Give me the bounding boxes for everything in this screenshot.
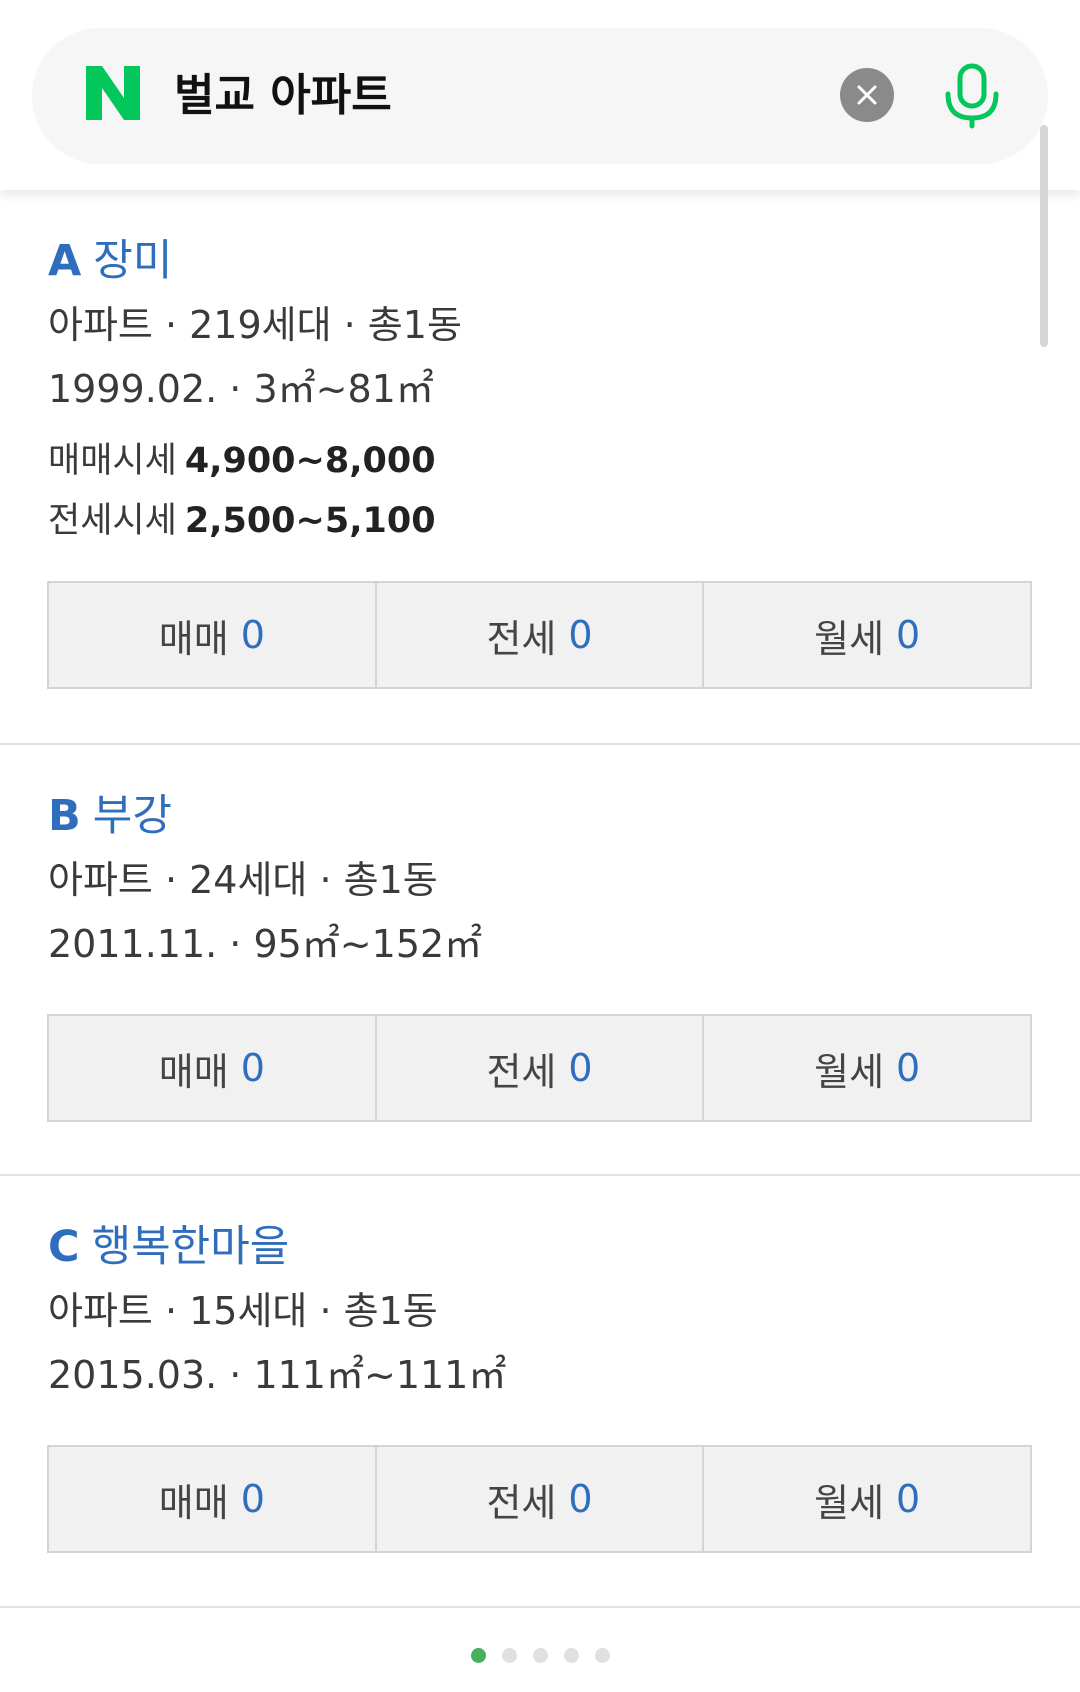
page-indicator (0, 1640, 1080, 1670)
close-icon (857, 85, 877, 105)
sale-price-label: 매매시세 (48, 441, 177, 481)
sale-listings-button[interactable]: 매매 0 (49, 1016, 377, 1120)
search-input[interactable]: 벌교 아파트 (174, 28, 392, 164)
jeonse-price-label: 전세시세 (48, 501, 177, 541)
apartment-title[interactable]: C 행복한마을 (48, 1212, 289, 1274)
apartment-marker-letter: A (48, 236, 82, 286)
monthly-rent-listings-button[interactable]: 월세 0 (704, 583, 1030, 687)
sale-listings-button[interactable]: 매매 0 (49, 583, 377, 687)
listing-count: 0 (568, 1046, 593, 1090)
microphone-icon (945, 63, 999, 129)
listing-count: 0 (240, 1046, 265, 1090)
apartment-name[interactable]: 부강 (93, 791, 172, 841)
listing-count: 0 (896, 1046, 921, 1090)
page-dot-2[interactable] (501, 1647, 517, 1663)
jeonse-price-row: 전세시세 2,500~5,100 (48, 492, 436, 543)
apartment-built-area: 2015.03. · 111㎡~111㎡ (48, 1353, 507, 1397)
listing-type-buttons: 매매 0 전세 0 월세 0 (47, 1014, 1032, 1122)
jeonse-price-value: 2,500~5,100 (184, 501, 436, 541)
monthly-rent-listings-button[interactable]: 월세 0 (704, 1016, 1030, 1120)
listing-count: 0 (568, 1477, 593, 1521)
listing-count: 0 (240, 1477, 265, 1521)
page-dot-3[interactable] (532, 1647, 548, 1663)
sale-price-row: 매매시세 4,900~8,000 (48, 432, 436, 483)
monthly-rent-listings-button[interactable]: 월세 0 (704, 1447, 1030, 1551)
jeonse-listings-button[interactable]: 전세 0 (377, 1016, 705, 1120)
listing-count: 0 (240, 613, 265, 657)
apartment-built-area: 2011.11. · 95㎡~152㎡ (48, 922, 483, 966)
jeonse-listings-button[interactable]: 전세 0 (377, 583, 705, 687)
apartment-card-b: B 부강 아파트 · 24세대 · 총1동 2011.11. · 95㎡~152㎡… (0, 745, 1080, 1176)
apartment-marker-letter: B (48, 791, 81, 841)
apartment-card-c: C 행복한마을 아파트 · 15세대 · 총1동 2015.03. · 111㎡~… (0, 1176, 1080, 1608)
button-label: 매매 (158, 616, 229, 661)
button-label: 전세 (486, 1049, 557, 1094)
listing-type-buttons: 매매 0 전세 0 월세 0 (47, 1445, 1032, 1553)
sale-listings-button[interactable]: 매매 0 (49, 1447, 377, 1551)
apartment-name[interactable]: 장미 (93, 236, 172, 286)
apartment-summary: 아파트 · 24세대 · 총1동 (48, 858, 438, 902)
listing-count: 0 (896, 1477, 921, 1521)
button-label: 월세 (814, 1480, 885, 1525)
button-label: 전세 (486, 616, 557, 661)
page-dot-1[interactable] (470, 1647, 486, 1663)
apartment-summary: 아파트 · 15세대 · 총1동 (48, 1289, 438, 1333)
search-bar[interactable]: 벌교 아파트 (32, 28, 1048, 164)
clear-search-button[interactable] (840, 68, 894, 122)
apartment-name[interactable]: 행복한마을 (92, 1222, 290, 1272)
scrollbar[interactable] (1040, 125, 1048, 347)
button-label: 매매 (158, 1480, 229, 1525)
page-dot-5[interactable] (594, 1647, 610, 1663)
button-label: 전세 (486, 1480, 557, 1525)
naver-logo-icon[interactable] (84, 64, 142, 122)
apartment-title[interactable]: B 부강 (48, 781, 172, 843)
apartment-marker-letter: C (48, 1222, 80, 1272)
sale-price-value: 4,900~8,000 (184, 441, 436, 481)
listing-type-buttons: 매매 0 전세 0 월세 0 (47, 581, 1032, 689)
voice-search-button[interactable] (932, 58, 1012, 134)
apartment-card-a: A 장미 아파트 · 219세대 · 총1동 1999.02. · 3㎡~81㎡ … (0, 190, 1080, 745)
listing-count: 0 (568, 613, 593, 657)
apartment-title[interactable]: A 장미 (48, 226, 172, 288)
apartment-summary: 아파트 · 219세대 · 총1동 (48, 303, 462, 347)
jeonse-listings-button[interactable]: 전세 0 (377, 1447, 705, 1551)
button-label: 월세 (814, 1049, 885, 1094)
button-label: 매매 (158, 1049, 229, 1094)
page-dot-4[interactable] (563, 1647, 579, 1663)
button-label: 월세 (814, 616, 885, 661)
listing-count: 0 (896, 613, 921, 657)
search-header: 벌교 아파트 (0, 0, 1080, 190)
apartment-built-area: 1999.02. · 3㎡~81㎡ (48, 367, 434, 411)
